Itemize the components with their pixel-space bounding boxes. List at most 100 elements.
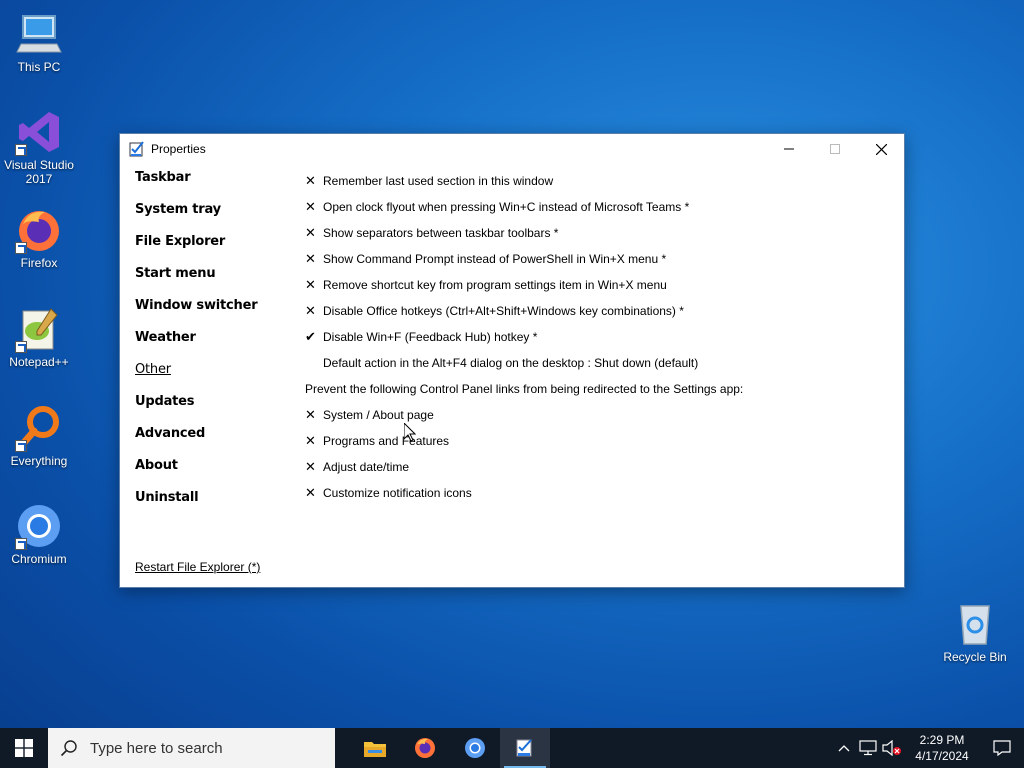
option-remove-shortcut-key[interactable]: ✕ Remove shortcut key from program setti…: [305, 272, 743, 298]
shortcut-arrow-icon: [15, 144, 27, 156]
taskbar-file-explorer[interactable]: [350, 728, 400, 768]
nav-advanced[interactable]: Advanced: [135, 426, 257, 458]
option-mark: ✕: [305, 225, 316, 241]
option-label: Show separators between taskbar toolbars…: [323, 226, 559, 240]
maximize-button[interactable]: [812, 134, 858, 164]
option-mark: ✕: [305, 277, 316, 293]
search-placeholder: Type here to search: [90, 739, 223, 757]
option-clock-flyout[interactable]: ✕ Open clock flyout when pressing Win+C …: [305, 194, 743, 220]
taskbar-search[interactable]: Type here to search: [48, 728, 335, 768]
nav-start-menu[interactable]: Start menu: [135, 266, 257, 298]
show-hidden-icons-button[interactable]: [832, 728, 856, 768]
folder-icon: [364, 742, 386, 757]
nav-weather[interactable]: Weather: [135, 330, 257, 362]
volume-button[interactable]: [880, 728, 904, 768]
desktop-icon-visual-studio[interactable]: Visual Studio 2017: [1, 108, 77, 186]
chromium-icon: [465, 738, 485, 758]
chromium-icon: [15, 502, 63, 550]
option-label: Remember last used section in this windo…: [323, 174, 554, 188]
desktop-icon-label: This PC: [17, 60, 61, 74]
checkmark-icon: ✔: [305, 329, 316, 345]
search-icon: [60, 740, 77, 757]
restart-explorer-link[interactable]: Restart File Explorer (*): [135, 560, 260, 574]
option-label: Default action in the Alt+F4 dialog on t…: [323, 356, 699, 370]
option-programs-features[interactable]: ✕ Programs and Features: [305, 428, 743, 454]
option-label: Show Command Prompt instead of PowerShel…: [323, 252, 667, 266]
option-mark: ✕: [305, 459, 316, 475]
nav-about[interactable]: About: [135, 458, 257, 490]
option-mark: ✕: [305, 485, 316, 501]
taskbar-properties[interactable]: [500, 728, 550, 768]
volume-muted-icon: [882, 740, 901, 756]
shortcut-arrow-icon: [15, 538, 27, 550]
window-title: Properties: [151, 142, 206, 156]
option-label: Remove shortcut key from program setting…: [323, 278, 667, 292]
network-button[interactable]: [856, 728, 880, 768]
option-label: Disable Office hotkeys (Ctrl+Alt+Shift+W…: [323, 304, 684, 318]
option-mark: ✕: [305, 199, 316, 215]
desktop-icon-this-pc[interactable]: This PC: [1, 10, 77, 74]
taskbar-clock[interactable]: 2:29 PM 4/17/2024: [904, 732, 980, 764]
windows-logo-icon: [15, 739, 33, 757]
recycle-bin-icon: [951, 600, 999, 648]
action-center-button[interactable]: [980, 728, 1024, 768]
clock-time: 2:29 PM: [919, 733, 965, 747]
option-adjust-date-time[interactable]: ✕ Adjust date/time: [305, 454, 743, 480]
option-command-prompt[interactable]: ✕ Show Command Prompt instead of PowerSh…: [305, 246, 743, 272]
nav-system-tray[interactable]: System tray: [135, 202, 257, 234]
section-heading-text: Prevent the following Control Panel link…: [305, 382, 744, 396]
option-mark: ✕: [305, 173, 316, 189]
properties-app-icon: [129, 141, 145, 157]
desktop-icon-firefox[interactable]: Firefox: [1, 206, 77, 270]
option-remember-section[interactable]: ✕ Remember last used section in this win…: [305, 168, 743, 194]
option-label: System / About page: [323, 408, 434, 422]
option-disable-office-hotkeys[interactable]: ✕ Disable Office hotkeys (Ctrl+Alt+Shift…: [305, 298, 743, 324]
notepadpp-icon: [15, 305, 63, 353]
chevron-up-icon: [838, 745, 850, 752]
this-pc-icon: [15, 10, 63, 58]
options-panel: ✕ Remember last used section in this win…: [305, 168, 743, 506]
desktop-icon-label: Everything: [10, 454, 68, 468]
option-label: Adjust date/time: [323, 460, 410, 474]
nav-other[interactable]: Other: [135, 362, 257, 394]
properties-window: Properties Taskbar System tray File Expl…: [119, 133, 905, 588]
option-label: Customize notification icons: [323, 486, 472, 500]
mouse-cursor-icon: [404, 423, 416, 442]
desktop-icon-label: Firefox: [20, 256, 58, 270]
clock-date: 4/17/2024: [915, 749, 969, 763]
desktop-icon-label: Recycle Bin: [943, 650, 1007, 664]
option-disable-win-f[interactable]: ✔ Disable Win+F (Feedback Hub) hotkey *: [305, 324, 743, 350]
properties-app-icon: [516, 739, 532, 757]
taskbar-chromium[interactable]: [450, 728, 500, 768]
start-button[interactable]: [0, 728, 48, 768]
minimize-button[interactable]: [766, 134, 812, 164]
taskbar-firefox[interactable]: [400, 728, 450, 768]
taskbar: Type here to search 2:29 PM 4/17/2024: [0, 728, 1024, 768]
option-notification-icons[interactable]: ✕ Customize notification icons: [305, 480, 743, 506]
section-heading: Prevent the following Control Panel link…: [305, 376, 743, 402]
nav-updates[interactable]: Updates: [135, 394, 257, 426]
option-alt-f4-default[interactable]: Default action in the Alt+F4 dialog on t…: [305, 350, 743, 376]
desktop-icon-chromium[interactable]: Chromium: [1, 502, 77, 566]
desktop-icon-notepadpp[interactable]: Notepad++: [1, 305, 77, 369]
desktop-icon-recycle-bin[interactable]: Recycle Bin: [937, 600, 1013, 664]
network-icon: [859, 740, 877, 756]
firefox-icon: [415, 738, 435, 758]
option-toolbar-separators[interactable]: ✕ Show separators between taskbar toolba…: [305, 220, 743, 246]
shortcut-arrow-icon: [15, 440, 27, 452]
nav-file-explorer[interactable]: File Explorer: [135, 234, 257, 266]
nav-window-switcher[interactable]: Window switcher: [135, 298, 258, 330]
option-label: Disable Win+F (Feedback Hub) hotkey *: [323, 330, 538, 344]
system-tray: 2:29 PM 4/17/2024: [832, 728, 1024, 768]
close-button[interactable]: [858, 134, 904, 164]
option-mark: ✕: [305, 303, 316, 319]
desktop-icon-everything[interactable]: Everything: [1, 404, 77, 468]
nav-uninstall[interactable]: Uninstall: [135, 490, 257, 522]
option-label: Programs and Features: [323, 434, 450, 448]
desktop-icon-label: Notepad++: [9, 355, 69, 369]
option-mark: ✕: [305, 251, 316, 267]
option-system-about[interactable]: ✕ System / About page: [305, 402, 743, 428]
desktop-icon-label: Visual Studio 2017: [4, 158, 74, 186]
nav-taskbar[interactable]: Taskbar: [135, 170, 257, 202]
title-bar[interactable]: Properties: [120, 134, 904, 164]
